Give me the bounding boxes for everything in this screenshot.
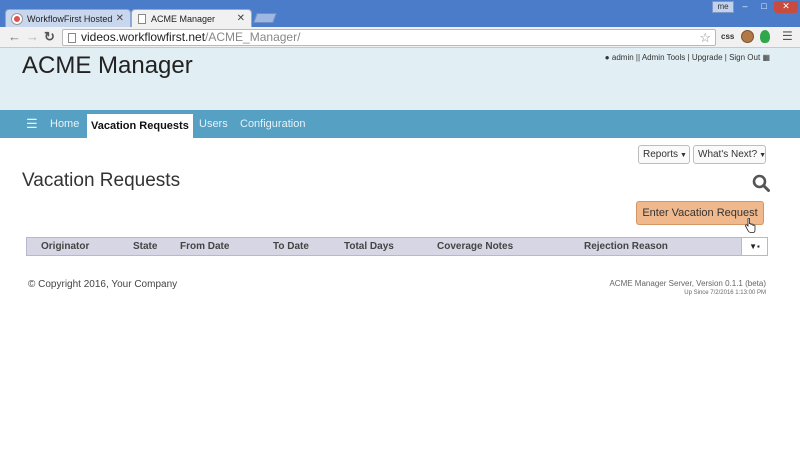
sign-out-link[interactable]: Sign Out [729,53,760,62]
admin-tools-link[interactable]: Admin Tools [642,53,685,62]
reload-icon[interactable]: ↻ [44,30,55,44]
address-host: videos.workflowfirst.net [81,30,206,44]
server-uptime-text: Up Since 7/2/2016 1:13:00 PM [684,290,766,296]
admin-link[interactable]: admin [612,53,634,62]
tab-close-icon[interactable]: ✕ [116,13,124,24]
hand-cursor-icon [745,218,756,233]
address-path: /ACME_Manager/ [205,30,301,44]
minimize-window-icon[interactable]: – [736,1,754,13]
column-header-originator[interactable]: Originator [41,238,89,255]
nav-item-vacation-requests[interactable]: Vacation Requests [87,114,193,138]
column-header-state[interactable]: State [133,238,157,255]
cookie-extension-icon[interactable] [741,30,754,43]
whats-next-dropdown[interactable]: What's Next? ▼ [693,145,766,164]
browser-tab-acme-manager[interactable]: ACME Manager ✕ [131,9,252,27]
copyright-text: © Copyright 2016, Your Company [28,279,178,290]
browser-toolbar: ← → ↻ videos.workflowfirst.net/ACME_Mana… [0,27,800,48]
caret-down-icon: ▼ [680,152,687,159]
tab-title: WorkflowFirst Hosted De [27,13,112,24]
green-extension-icon[interactable] [760,30,770,43]
search-icon[interactable] [752,174,770,192]
main-navbar: ☰ Home Vacation Requests Users Configura… [0,110,800,138]
apps-grid-icon[interactable]: ▦ [762,53,770,62]
browser-menu-icon[interactable]: ☰ [782,29,793,43]
column-header-rejection-reason[interactable]: Rejection Reason [584,238,668,255]
page-title: Vacation Requests [22,170,181,191]
column-header-to-date[interactable]: To Date [273,238,309,255]
bookmark-star-icon[interactable]: ☆ [699,30,711,45]
caret-down-icon: ▼ [759,152,767,159]
upgrade-link[interactable]: Upgrade [692,53,723,62]
reports-dropdown[interactable]: Reports ▼ [638,145,690,164]
nav-item-home[interactable]: Home [50,110,79,138]
browser-tab-workflowfirst[interactable]: WorkflowFirst Hosted De ✕ [5,9,131,27]
workflowfirst-favicon-icon [12,13,22,24]
separator: | [637,53,641,62]
reports-label: Reports [643,149,679,160]
user-icon: ● [604,53,610,62]
app-title: ACME Manager [22,52,193,79]
window-user-badge[interactable]: me [712,1,734,13]
nav-item-configuration[interactable]: Configuration [240,110,305,138]
hamburger-menu-icon[interactable]: ☰ [26,110,38,138]
column-menu-button[interactable]: ▼▪ [741,238,767,255]
browser-titlebar: WorkflowFirst Hosted De ✕ ACME Manager ✕… [0,0,800,27]
page-favicon-icon [138,13,146,24]
column-header-total-days[interactable]: Total Days [344,238,394,255]
separator: | [687,53,690,62]
column-header-coverage-notes[interactable]: Coverage Notes [437,238,513,255]
address-bar[interactable]: videos.workflowfirst.net/ACME_Manager/ ☆ [62,29,716,46]
back-arrow-icon[interactable]: ← [8,30,21,44]
column-header-from-date[interactable]: From Date [180,238,229,255]
top-links: ● admin || Admin Tools | Upgrade | Sign … [605,53,770,62]
css-extension-icon[interactable]: css [721,30,734,44]
forward-arrow-icon[interactable]: → [26,30,39,44]
separator: | [724,53,727,62]
maximize-window-icon[interactable]: □ [755,1,773,13]
tab-close-icon[interactable]: ✕ [237,13,245,24]
app-header: ACME Manager ● admin | | Admin Tools | Up… [0,48,800,110]
page-icon [68,33,76,43]
whats-next-label: What's Next? [698,149,758,160]
close-window-icon[interactable]: ✕ [774,1,798,13]
new-tab-button[interactable] [253,13,277,23]
tab-title: ACME Manager [151,13,216,24]
nav-item-users[interactable]: Users [199,110,228,138]
server-version-text: ACME Manager Server, Version 0.1.1 (beta… [609,279,766,288]
vacation-requests-grid-header: Originator State From Date To Date Total… [26,237,768,256]
